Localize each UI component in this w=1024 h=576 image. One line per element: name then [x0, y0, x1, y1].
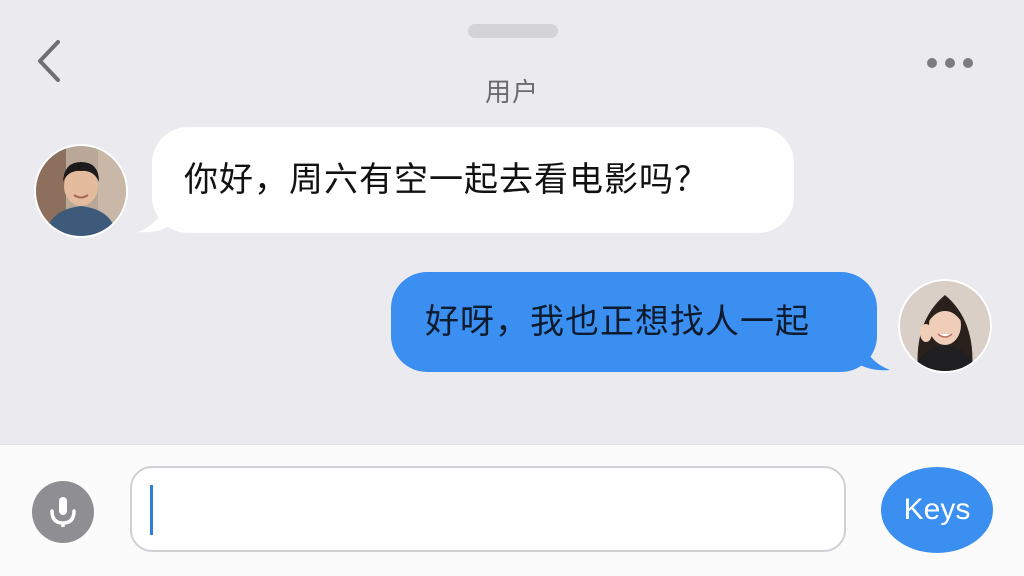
outgoing-message-text: 好呀，我也正想找人一起 — [425, 302, 810, 342]
sheet-grabber[interactable] — [468, 24, 558, 38]
incoming-message-text: 你好，周六有空一起去看电影吗？ — [184, 160, 709, 200]
voice-input-button[interactable] — [32, 481, 94, 543]
female-avatar[interactable] — [898, 279, 992, 373]
microphone-icon — [50, 497, 76, 527]
conversation-title: 用户 — [484, 78, 539, 108]
chat-screen: 用户 你好，周六有空一起去看电影吗？ 好呀，我也正想找人一起 Keys — [0, 0, 1024, 576]
incoming-message-bubble[interactable]: 你好，周六有空一起去看电影吗？ — [152, 127, 794, 233]
more-options-button[interactable] — [918, 48, 982, 78]
male-avatar[interactable] — [34, 144, 128, 238]
text-cursor — [150, 485, 153, 535]
message-input[interactable] — [130, 466, 846, 552]
ellipsis-icon — [927, 58, 973, 68]
keys-button[interactable]: Keys — [881, 467, 993, 553]
outgoing-message-bubble[interactable]: 好呀，我也正想找人一起 — [391, 272, 877, 372]
